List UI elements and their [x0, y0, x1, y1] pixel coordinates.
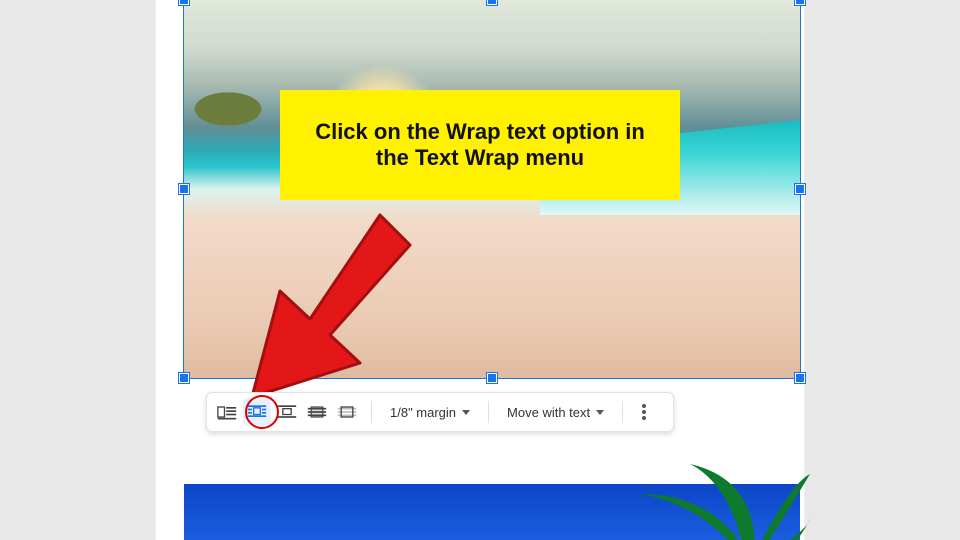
more-options-button[interactable] [633, 398, 655, 426]
palm-illustration [580, 464, 810, 540]
break-text-button[interactable] [273, 398, 301, 426]
move-with-text-dropdown[interactable]: Move with text [499, 405, 612, 420]
move-label: Move with text [507, 405, 590, 420]
resize-handle-mr[interactable] [795, 184, 805, 194]
resize-handle-tr[interactable] [795, 0, 805, 5]
resize-handle-bm[interactable] [487, 373, 497, 383]
margin-dropdown[interactable]: 1/8" margin [382, 405, 478, 420]
resize-handle-bl[interactable] [179, 373, 189, 383]
in-front-of-text-button[interactable] [333, 398, 361, 426]
wrap-text-button[interactable] [243, 398, 271, 426]
callout-text: Click on the Wrap text option in the Tex… [304, 119, 656, 172]
instruction-callout: Click on the Wrap text option in the Tex… [280, 90, 680, 200]
toolbar-separator [488, 401, 489, 423]
tutorial-screenshot: Click on the Wrap text option in the Tex… [0, 0, 960, 540]
resize-handle-tl[interactable] [179, 0, 189, 5]
chevron-down-icon [596, 410, 604, 415]
behind-text-button[interactable] [303, 398, 331, 426]
margin-label: 1/8" margin [390, 405, 456, 420]
toolbar-separator [371, 401, 372, 423]
image-options-toolbar: 1/8" margin Move with text [206, 392, 674, 432]
second-image [184, 484, 800, 540]
resize-handle-ml[interactable] [179, 184, 189, 194]
inline-button[interactable] [213, 398, 241, 426]
toolbar-separator [622, 401, 623, 423]
resize-handle-br[interactable] [795, 373, 805, 383]
resize-handle-tm[interactable] [487, 0, 497, 5]
chevron-down-icon [462, 410, 470, 415]
